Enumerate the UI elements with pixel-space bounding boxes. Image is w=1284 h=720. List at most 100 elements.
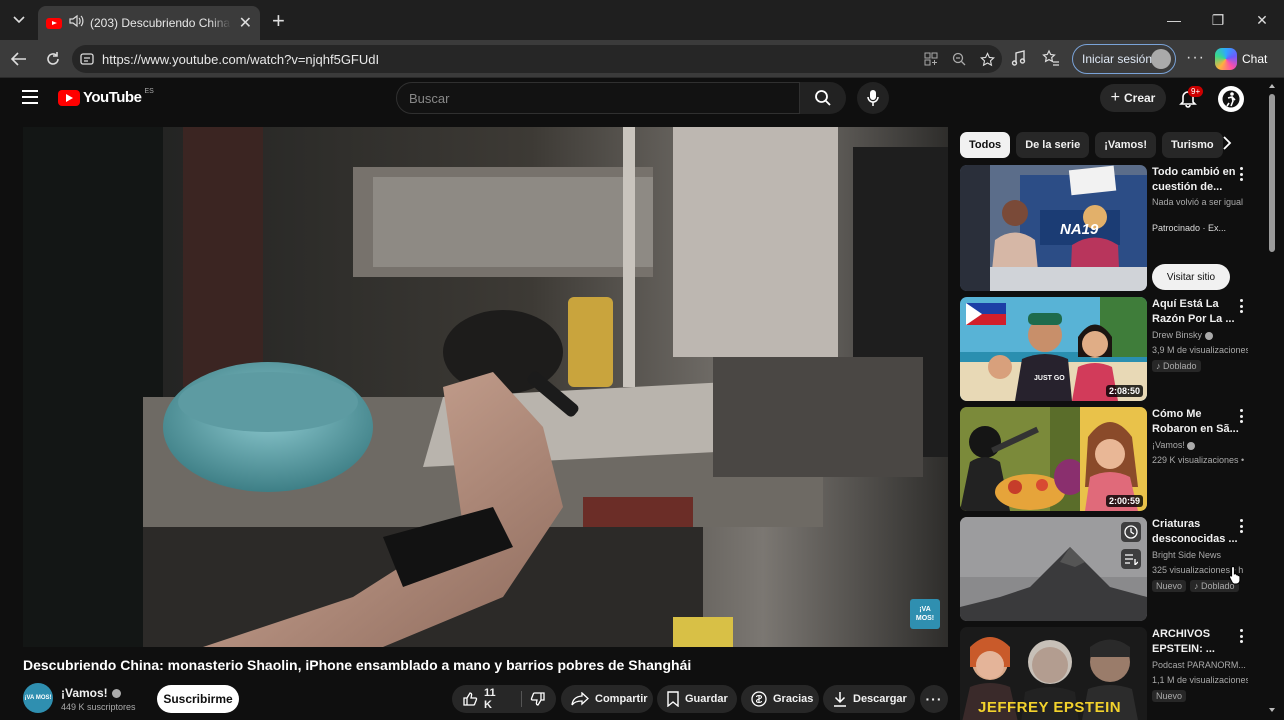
search-button[interactable] — [800, 82, 846, 114]
rec-thumbnail[interactable] — [960, 517, 1147, 621]
download-button[interactable]: Descargar — [823, 685, 915, 713]
rec-thumb-shirt-text: JUST GO — [1034, 375, 1065, 382]
dislike-button[interactable] — [521, 691, 546, 707]
favorite-star-icon[interactable] — [978, 50, 996, 68]
channel-name-row[interactable]: ¡Vamos! — [61, 686, 121, 700]
channel-name[interactable]: ¡Vamos! — [61, 686, 108, 700]
create-button[interactable]: + Crear — [1100, 84, 1166, 112]
address-bar[interactable]: https://www.youtube.com/watch?v=njqhf5GF… — [72, 45, 1002, 73]
reload-icon[interactable] — [42, 48, 64, 70]
rec-more-icon[interactable] — [1238, 299, 1244, 313]
save-button[interactable]: Guardar — [657, 685, 737, 713]
chip-todos[interactable]: Todos — [960, 132, 1011, 158]
new-tab-button[interactable]: + — [272, 8, 285, 34]
ad-thumbnail[interactable]: NA19 — [960, 165, 1147, 291]
copilot-chat-button[interactable]: Chat — [1215, 46, 1267, 72]
scroll-up-icon — [1269, 84, 1275, 88]
dubbed-icon: ♪ — [1156, 361, 1161, 371]
visit-site-button[interactable]: Visitar sitio — [1152, 264, 1230, 290]
browser-tab-active[interactable]: (203) Descubriendo China: monasterio Sha… — [38, 6, 260, 40]
watch-later-icon[interactable] — [1121, 522, 1141, 542]
share-button[interactable]: Compartir — [561, 685, 653, 713]
rec-new-badge: Nuevo — [1152, 690, 1187, 702]
scrollbar-thumb[interactable] — [1269, 94, 1275, 252]
rec-title[interactable]: Cómo Me Robaron en Sã... — [1152, 407, 1246, 437]
chips-next-chevron-icon[interactable] — [1222, 136, 1232, 155]
browser-menu-icon[interactable]: ··· — [1186, 49, 1205, 67]
video-frame-image — [23, 127, 948, 647]
rec-duration: 2:00:59 — [1105, 495, 1143, 507]
search-icon — [815, 90, 831, 106]
chip-de-la-serie[interactable]: De la serie — [1016, 132, 1090, 158]
recommendation-item[interactable]: JEFFREY EPSTEIN ARCHIVOS EPSTEIN: ... Po… — [960, 627, 1260, 720]
rec-title[interactable]: ARCHIVOS EPSTEIN: ... — [1152, 627, 1246, 657]
url-text[interactable]: https://www.youtube.com/watch?v=njqhf5GF… — [102, 52, 379, 67]
back-arrow-icon[interactable] — [8, 48, 30, 70]
account-avatar[interactable] — [1218, 86, 1244, 112]
country-code: ES — [144, 88, 154, 95]
recommendation-item[interactable]: JUST GO 2:08:50 Aquí Está La Razón Por L… — [960, 297, 1260, 403]
recommendation-item[interactable]: 2:00:59 Cómo Me Robaron en Sã... ¡Vamos!… — [960, 407, 1260, 513]
youtube-logo[interactable]: YouTube ES — [58, 88, 154, 106]
microphone-icon — [867, 90, 879, 106]
rec-channel[interactable]: ¡Vamos! — [1152, 440, 1248, 450]
rec-views: 3,9 M de visualizaciones — [1152, 345, 1248, 355]
rec-views: 229 K visualizaciones • — [1152, 455, 1245, 465]
close-window-button[interactable]: ✕ — [1240, 0, 1284, 40]
like-button[interactable]: 11 K — [462, 687, 505, 711]
rec-title[interactable]: Criaturas desconocidas ... — [1152, 517, 1246, 547]
speaker-icon[interactable] — [68, 14, 84, 33]
rec-channel[interactable]: Drew Binsky — [1152, 330, 1248, 340]
rec-title[interactable]: Aquí Está La Razón Por La ... — [1152, 297, 1246, 327]
thanks-button[interactable]: Gracias — [741, 685, 819, 713]
rec-new-badge: Nuevo — [1152, 580, 1187, 592]
chat-label: Chat — [1242, 52, 1268, 66]
profile-avatar-icon — [1151, 49, 1171, 69]
signin-button[interactable]: Iniciar sesión — [1072, 44, 1176, 74]
maximize-button[interactable]: ❐ — [1196, 0, 1240, 40]
minimize-button[interactable]: — — [1152, 0, 1196, 40]
copilot-icon — [1215, 48, 1237, 70]
more-actions-button[interactable]: ··· — [920, 685, 948, 713]
menu-hamburger-icon[interactable] — [22, 90, 38, 104]
subscribe-button[interactable]: Suscribirme — [157, 685, 239, 713]
channel-avatar[interactable]: ¡VA MOS! — [23, 683, 53, 713]
app-available-icon[interactable] — [922, 50, 940, 68]
page-scrollbar[interactable] — [1268, 84, 1276, 712]
rec-more-icon[interactable] — [1238, 519, 1244, 533]
rec-duration: 2:08:50 — [1105, 385, 1143, 397]
share-arrow-icon — [571, 692, 589, 706]
tab-close-icon[interactable]: ✕ — [239, 13, 252, 33]
rec-thumbnail[interactable]: 2:00:59 — [960, 407, 1147, 511]
verified-check-icon — [1204, 331, 1213, 340]
create-label: Crear — [1123, 91, 1156, 105]
chip-vamos[interactable]: ¡Vamos! — [1095, 132, 1157, 158]
rec-more-icon[interactable] — [1238, 409, 1244, 423]
site-info-icon[interactable] — [80, 52, 94, 66]
video-title: Descubriendo China: monasterio Shaolin, … — [23, 657, 692, 673]
rec-views: 1,1 M de visualizaciones — [1152, 675, 1248, 685]
music-extension-icon[interactable] — [1010, 49, 1028, 72]
chip-turismo[interactable]: Turismo — [1162, 132, 1223, 158]
favorites-icon[interactable] — [1042, 49, 1060, 72]
ad-thumb-logo: NA19 — [1060, 221, 1099, 238]
youtube-favicon-icon — [46, 17, 62, 29]
add-to-queue-icon[interactable] — [1121, 549, 1141, 569]
rec-title[interactable]: Todo cambió en cuestión de... — [1152, 165, 1246, 195]
rec-more-icon[interactable] — [1238, 629, 1244, 643]
rec-thumbnail[interactable]: JEFFREY EPSTEIN — [960, 627, 1147, 720]
recommendation-item[interactable]: Criaturas desconocidas ... Bright Side N… — [960, 517, 1260, 623]
rec-channel[interactable]: Podcast PARANORM... — [1152, 660, 1248, 670]
search-input[interactable]: Buscar — [396, 82, 800, 114]
voice-search-button[interactable] — [857, 82, 889, 114]
channel-watermark[interactable]: ¡VA MOS! — [910, 599, 940, 629]
rec-dubbed-badge: ♪ Doblado — [1152, 360, 1201, 372]
youtube-header: YouTube ES Buscar + Crear 9+ — [0, 78, 1284, 120]
rec-thumbnail[interactable]: JUST GO 2:08:50 — [960, 297, 1147, 401]
zoom-icon[interactable] — [950, 50, 968, 68]
rec-more-icon[interactable] — [1238, 167, 1244, 181]
video-player[interactable]: ¡VA MOS! — [23, 127, 948, 647]
recommendation-ad[interactable]: NA19 Todo cambió en cuestión de... Nada … — [960, 165, 1260, 293]
tab-list-chevron-icon[interactable] — [8, 9, 30, 31]
rec-channel[interactable]: Bright Side News — [1152, 550, 1248, 560]
